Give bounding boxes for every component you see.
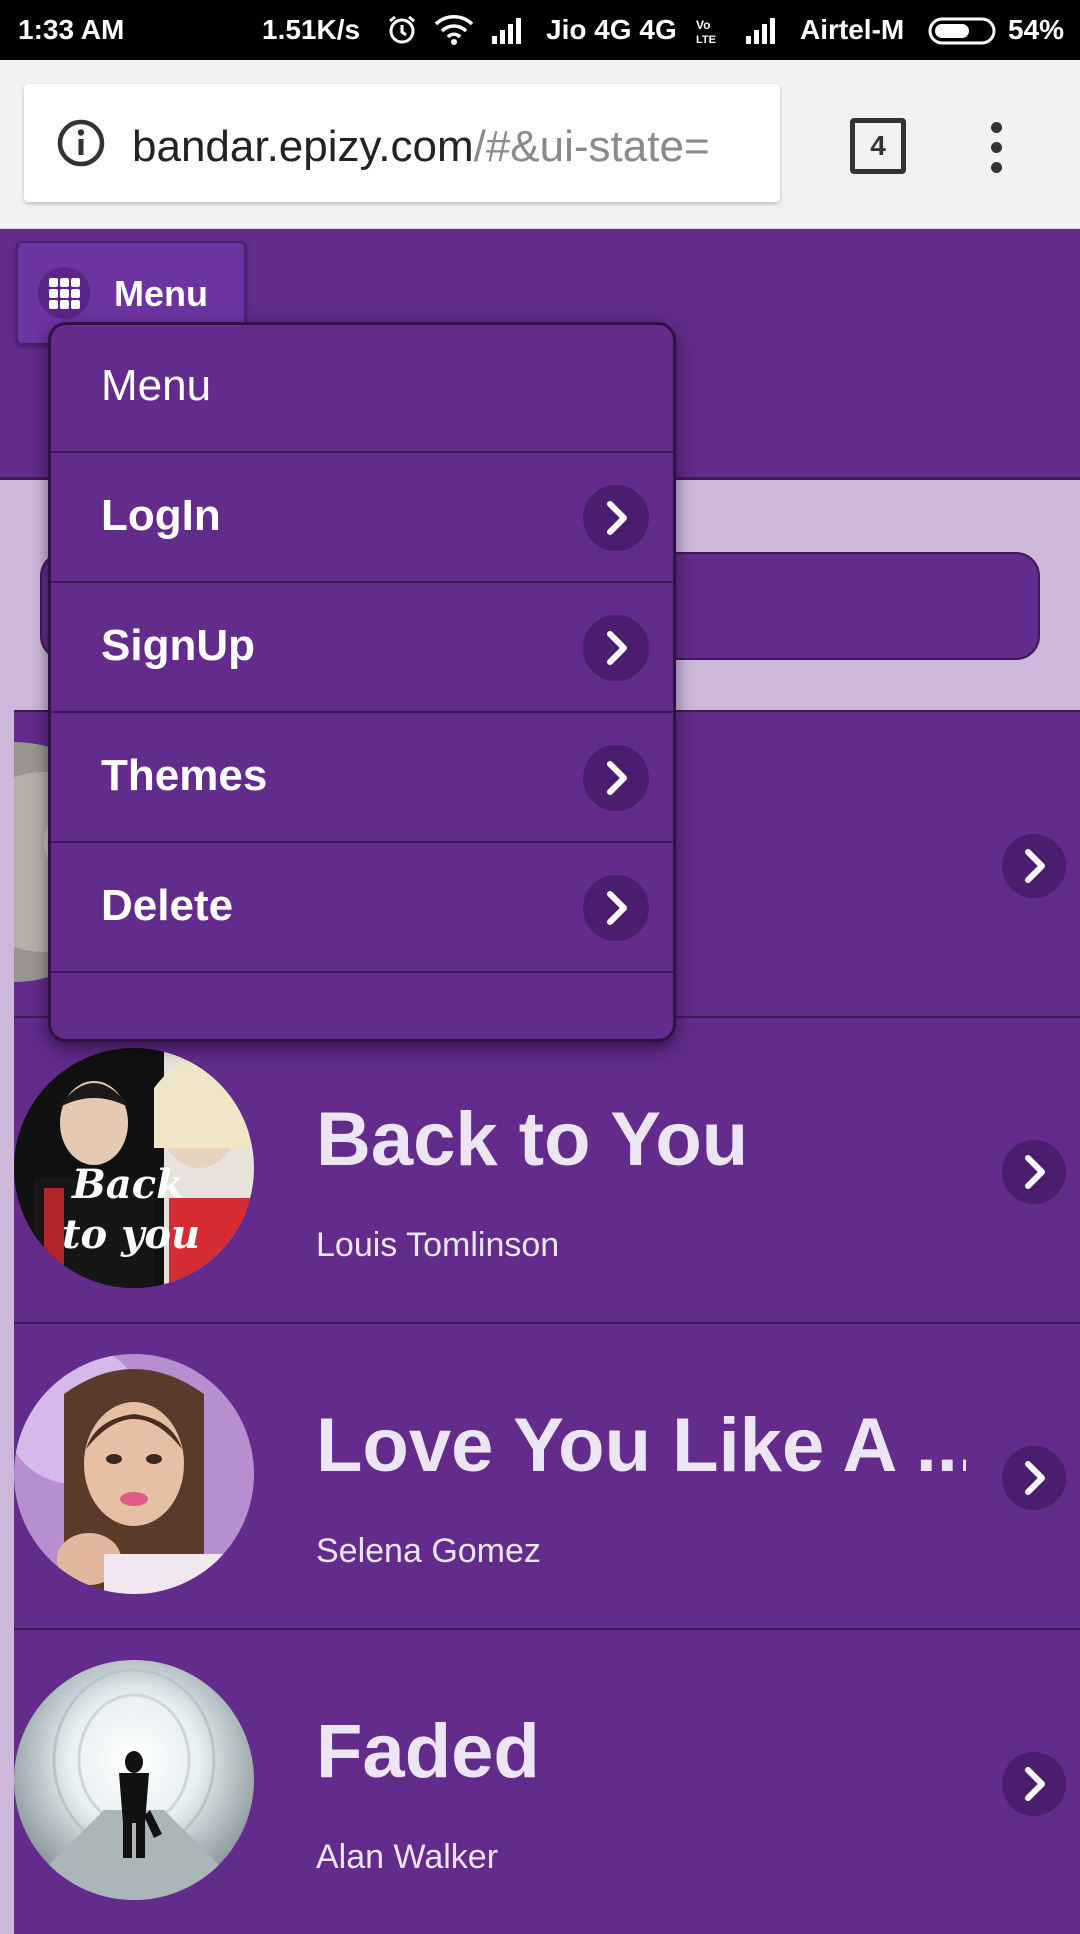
alarm-icon (386, 14, 418, 53)
menu-item-signup[interactable]: SignUp (51, 583, 673, 713)
wifi-icon (434, 14, 474, 53)
status-battery: 54% (1008, 14, 1065, 45)
song-artist: Alan Walker (316, 1838, 499, 1876)
status-bar: 1:33 AM 1.51K/s Jio 4G 4G Vo LTE Airtel-M… (0, 0, 1080, 60)
status-carrier-2: Airtel-M (800, 14, 905, 45)
song-art (14, 1354, 254, 1594)
menu-item-label: SignUp (101, 621, 255, 670)
status-net-speed: 1.51K/s (262, 14, 361, 45)
chevron-right-icon (583, 875, 649, 941)
song-row[interactable]: Love You Like A ... Selena Gomez (14, 1322, 1080, 1628)
song-artist: Selena Gomez (316, 1532, 541, 1570)
url-text[interactable]: bandar.epizy.com/#&ui-state= (132, 122, 710, 172)
chevron-right-icon[interactable] (1002, 1140, 1066, 1204)
menu-item-login[interactable]: LogIn (51, 453, 673, 583)
info-icon[interactable] (56, 118, 106, 173)
browser-toolbar: bandar.epizy.com/#&ui-state= 4 (0, 60, 1080, 229)
svg-text:Vo: Vo (696, 18, 710, 32)
chevron-right-icon (583, 745, 649, 811)
song-title: Love You Like A ... (316, 1403, 966, 1488)
address-bar[interactable]: bandar.epizy.com/#&ui-state= (24, 84, 780, 202)
url-path: /#&ui-state= (473, 122, 710, 171)
chevron-right-icon[interactable] (1002, 1446, 1066, 1510)
menu-button-label: Menu (114, 273, 208, 314)
chevron-right-icon (583, 615, 649, 681)
song-art (14, 1660, 254, 1900)
svg-text:Back: Back (71, 1161, 184, 1208)
volte-icon: Vo LTE (694, 16, 726, 53)
menu-item-label: Delete (101, 881, 234, 930)
svg-text:LTE: LTE (696, 34, 716, 46)
song-art: Back to you (14, 1048, 254, 1288)
popup-heading: Menu (51, 325, 673, 453)
svg-text:to you: to you (62, 1211, 200, 1258)
battery-icon (928, 16, 1000, 53)
status-time: 1:33 AM (18, 14, 125, 45)
song-artist: Louis Tomlinson (316, 1226, 560, 1264)
song-row[interactable]: Faded Alan Walker (14, 1628, 1080, 1934)
song-row[interactable]: Back to you Back to You Louis Tomlinson (14, 1016, 1080, 1322)
signal-icon-2 (744, 14, 780, 53)
more-options-icon[interactable] (980, 118, 1012, 174)
url-domain: bandar.epizy.com (132, 122, 474, 171)
chevron-right-icon[interactable] (1002, 834, 1066, 898)
menu-item-label: Themes (101, 751, 268, 800)
grid-icon (38, 267, 90, 319)
popup-menu: Menu LogIn SignUp Themes Delete (48, 322, 676, 1042)
signal-icon-1 (490, 14, 526, 53)
chevron-right-icon[interactable] (1002, 1752, 1066, 1816)
song-title: Back to You (316, 1097, 749, 1182)
tab-switcher-button[interactable]: 4 (850, 118, 906, 174)
menu-item-label: LogIn (101, 491, 221, 540)
status-carrier-1: Jio 4G 4G (546, 14, 677, 45)
song-title: Faded (316, 1709, 540, 1794)
menu-item-delete[interactable]: Delete (51, 843, 673, 973)
menu-item-themes[interactable]: Themes (51, 713, 673, 843)
chevron-right-icon (583, 485, 649, 551)
